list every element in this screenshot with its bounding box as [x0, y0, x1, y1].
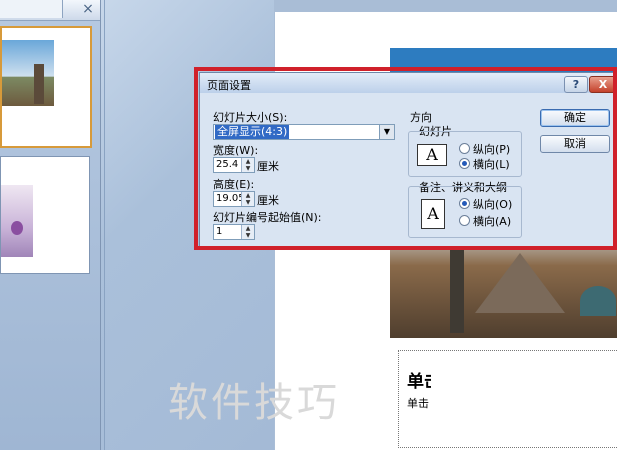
slide-thumbnail-2[interactable] — [0, 156, 90, 274]
title-text: 单击 — [407, 372, 431, 392]
flower-shape — [11, 221, 23, 235]
flower-thumbnail-image — [1, 185, 33, 257]
spire-shape — [450, 243, 464, 333]
roof-shape — [475, 253, 565, 313]
highlight-outline — [194, 67, 617, 250]
dome-shape — [580, 286, 616, 316]
panel-divider[interactable] — [104, 0, 105, 450]
subtitle-text: 单击 — [407, 397, 429, 410]
close-icon[interactable]: × — [80, 1, 96, 17]
slides-tab[interactable] — [0, 0, 63, 18]
watermark-text: 软件技巧 — [168, 380, 340, 426]
tower-shape — [34, 64, 44, 104]
slides-panel-header: × — [0, 0, 100, 21]
slides-panel: × — [0, 0, 101, 450]
title-placeholder[interactable]: 单击 单击 — [398, 350, 617, 448]
slide-thumbnail-1[interactable] — [0, 26, 92, 148]
castle-thumbnail-image — [2, 40, 54, 106]
